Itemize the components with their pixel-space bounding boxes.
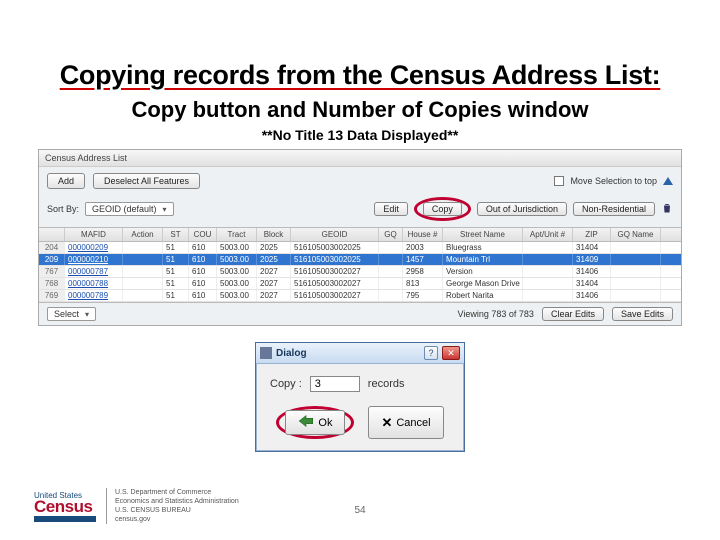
footer-select-value: Select — [54, 309, 79, 319]
logo-bar — [34, 516, 96, 522]
sort-by-select[interactable]: GEOID (default) ▾ — [85, 202, 174, 216]
dept-text: U.S. Department of Commerce Economics an… — [106, 488, 239, 524]
copy-dialog: Dialog ? ✕ Copy : records O — [255, 342, 465, 452]
page-number: 54 — [354, 505, 365, 516]
out-of-jurisdiction-button[interactable]: Out of Jurisdiction — [477, 202, 567, 216]
move-top-label: Move Selection to top — [570, 176, 657, 186]
ok-label: Ok — [318, 417, 332, 429]
add-button[interactable]: Add — [47, 173, 85, 189]
slide-title: Copying records from the Census Address … — [32, 60, 688, 91]
move-top-checkbox[interactable] — [554, 176, 564, 186]
save-edits-button[interactable]: Save Edits — [612, 307, 673, 321]
col-cou[interactable]: COU — [189, 228, 217, 241]
ok-arrow-icon — [298, 414, 314, 431]
cancel-x-icon: ✕ — [381, 415, 392, 431]
table-row[interactable]: 768000000788516105003.002027516105003002… — [39, 278, 681, 290]
chevron-down-icon: ▾ — [163, 205, 167, 214]
col-street[interactable]: Street Name — [443, 228, 523, 241]
address-list-panel: Census Address List Add Deselect All Fea… — [38, 149, 682, 326]
col-house[interactable]: House # — [403, 228, 443, 241]
table-row[interactable]: 209000000210516105003.002025516105003002… — [39, 254, 681, 266]
table-row[interactable]: 769000000789516105003.002027516105003002… — [39, 290, 681, 302]
col-gqname[interactable]: GQ Name — [611, 228, 661, 241]
records-label: records — [368, 378, 405, 390]
grid-header: MAFID Action ST COU Tract Block GEOID GQ… — [39, 228, 681, 242]
dept-site: census.gov — [115, 515, 239, 524]
census-logo: United States Census — [34, 491, 96, 522]
col-apt[interactable]: Apt/Unit # — [523, 228, 573, 241]
cancel-label: Cancel — [396, 417, 430, 429]
move-up-icon[interactable] — [663, 177, 673, 185]
copy-highlight: Copy — [414, 197, 471, 221]
non-residential-button[interactable]: Non-Residential — [573, 202, 655, 216]
address-grid: MAFID Action ST COU Tract Block GEOID GQ… — [39, 227, 681, 303]
copy-count-input[interactable] — [310, 376, 360, 392]
table-row[interactable]: 204000000209516105003.002025516105003002… — [39, 242, 681, 254]
deselect-all-button[interactable]: Deselect All Features — [93, 173, 200, 189]
slide-footer: United States Census U.S. Department of … — [34, 488, 239, 524]
col-gq[interactable]: GQ — [379, 228, 403, 241]
delete-icon[interactable] — [661, 202, 673, 216]
help-icon[interactable]: ? — [424, 346, 438, 360]
edit-button[interactable]: Edit — [374, 202, 408, 216]
copy-label: Copy : — [270, 378, 302, 390]
col-action[interactable]: Action — [123, 228, 163, 241]
col-rownum — [39, 228, 65, 241]
col-tract[interactable]: Tract — [217, 228, 257, 241]
sort-by-value: GEOID (default) — [92, 204, 157, 214]
sort-by-label: Sort By: — [47, 204, 79, 214]
dialog-title: Dialog — [276, 348, 420, 359]
ok-highlight: Ok — [276, 406, 354, 439]
copy-button[interactable]: Copy — [423, 202, 462, 216]
table-row[interactable]: 767000000787516105003.002027516105003002… — [39, 266, 681, 278]
chevron-down-icon: ▾ — [85, 310, 89, 319]
close-icon[interactable]: ✕ — [442, 346, 460, 360]
dept-line2: Economics and Statistics Administration — [115, 497, 239, 506]
viewing-status: Viewing 783 of 783 — [458, 309, 534, 319]
logo-census: Census — [34, 500, 96, 514]
col-block[interactable]: Block — [257, 228, 291, 241]
slide-subtitle: Copy button and Number of Copies window — [32, 97, 688, 123]
col-mafid[interactable]: MAFID — [65, 228, 123, 241]
ok-button[interactable]: Ok — [285, 410, 345, 435]
dept-line1: U.S. Department of Commerce — [115, 488, 239, 497]
dept-line3: U.S. CENSUS BUREAU — [115, 506, 239, 515]
footer-select[interactable]: Select ▾ — [47, 307, 96, 321]
cancel-button[interactable]: ✕ Cancel — [368, 406, 443, 439]
col-st[interactable]: ST — [163, 228, 189, 241]
clear-edits-button[interactable]: Clear Edits — [542, 307, 604, 321]
col-geoid[interactable]: GEOID — [291, 228, 379, 241]
dialog-app-icon — [260, 347, 272, 359]
col-zip[interactable]: ZIP — [573, 228, 611, 241]
panel-title: Census Address List — [39, 150, 681, 167]
slide-notice: **No Title 13 Data Displayed** — [32, 127, 688, 143]
